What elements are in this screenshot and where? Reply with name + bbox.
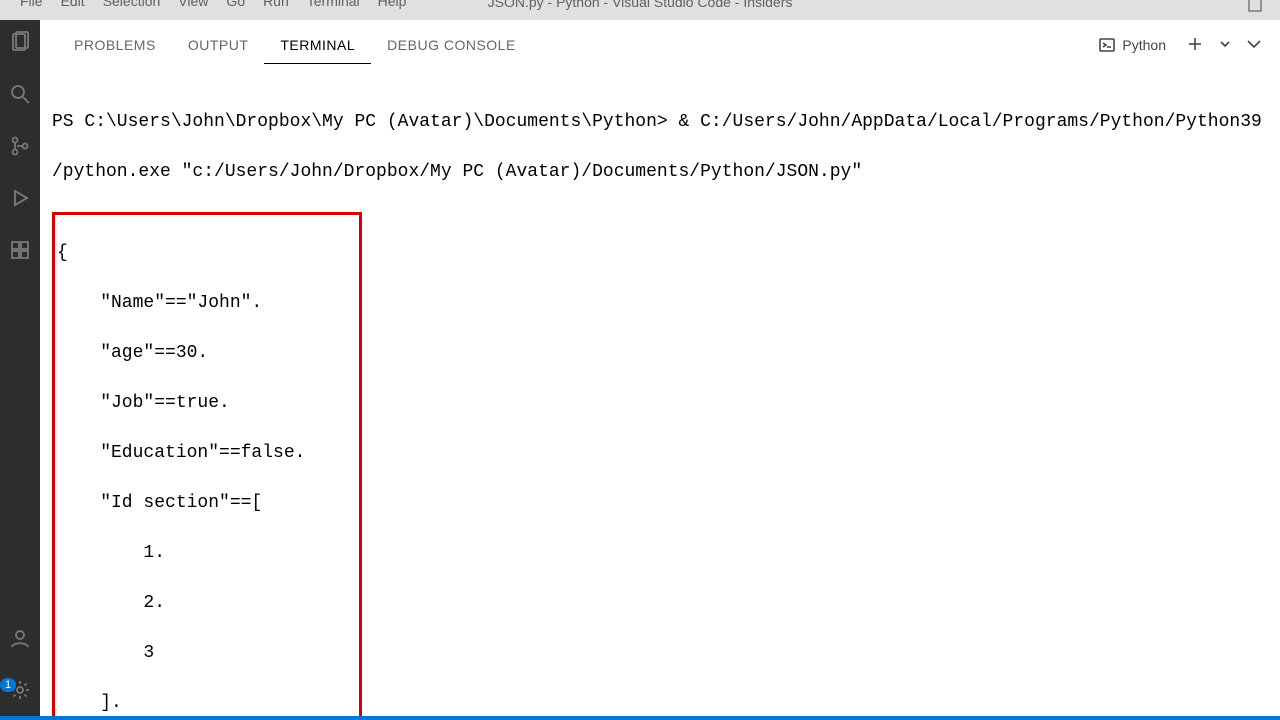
output-line: { — [57, 241, 357, 266]
output-line: ]. — [57, 691, 357, 716]
tab-output[interactable]: OUTPUT — [172, 27, 265, 63]
menu-run[interactable]: Run — [263, 0, 289, 8]
panel-area: PROBLEMS OUTPUT TERMINAL DEBUG CONSOLE P… — [40, 20, 1280, 720]
menu-selection[interactable]: Selection — [103, 0, 161, 8]
status-badge: 1 — [0, 678, 16, 692]
accounts-icon[interactable] — [8, 626, 32, 650]
menu-go[interactable]: Go — [226, 0, 245, 8]
status-bar-accent — [0, 716, 1280, 720]
terminal-shell-select[interactable]: Python — [1092, 35, 1172, 55]
output-line: 1. — [57, 541, 357, 566]
new-terminal-button[interactable] — [1186, 35, 1204, 56]
tab-debug-console[interactable]: DEBUG CONSOLE — [371, 27, 532, 63]
menu-help[interactable]: Help — [378, 0, 407, 8]
menu-file[interactable]: File — [20, 0, 43, 8]
output-line: "age"==30. — [57, 341, 357, 366]
shell-selected-label: Python — [1122, 37, 1166, 53]
menu-terminal[interactable]: Terminal — [307, 0, 360, 8]
search-icon[interactable] — [8, 82, 32, 106]
menu-view[interactable]: View — [178, 0, 208, 8]
run-debug-icon[interactable] — [8, 186, 32, 210]
source-control-icon[interactable] — [8, 134, 32, 158]
extensions-icon[interactable] — [8, 238, 32, 262]
panel-maximize-button[interactable] — [1246, 36, 1262, 55]
output-line: "Name"=="John". — [57, 291, 357, 316]
panel-tabs: PROBLEMS OUTPUT TERMINAL DEBUG CONSOLE P… — [40, 20, 1280, 71]
output-line: 2. — [57, 591, 357, 616]
chevron-down-icon — [1218, 37, 1232, 51]
chevron-down-wide-icon — [1246, 36, 1262, 52]
window-controls[interactable] — [1248, 0, 1262, 15]
tab-problems[interactable]: PROBLEMS — [58, 27, 172, 63]
terminal-icon — [1098, 36, 1116, 54]
main-layout: 1 PROBLEMS OUTPUT TERMINAL DEBUG CONSOLE… — [0, 20, 1280, 720]
output-highlight-box: { "Name"=="John". "age"==30. "Job"==true… — [52, 212, 362, 720]
output-line: "Education"==false. — [57, 441, 357, 466]
menu-edit[interactable]: Edit — [61, 0, 85, 8]
terminal-output[interactable]: PS C:\Users\John\Dropbox\My PC (Avatar)\… — [40, 71, 1280, 720]
output-line: 3 — [57, 641, 357, 666]
split-terminal-dropdown[interactable] — [1218, 37, 1232, 54]
plus-icon — [1186, 35, 1204, 53]
output-line: "Job"==true. — [57, 391, 357, 416]
activity-bar: 1 — [0, 20, 40, 720]
explorer-icon[interactable] — [8, 30, 32, 54]
title-bar: File Edit Selection View Go Run Terminal… — [0, 0, 1280, 20]
menu-bar: File Edit Selection View Go Run Terminal… — [0, 0, 406, 8]
terminal-command-line-2: /python.exe "c:/Users/John/Dropbox/My PC… — [52, 160, 1272, 185]
panel-right-tools: Python — [1092, 35, 1262, 56]
tab-terminal[interactable]: TERMINAL — [264, 27, 371, 64]
terminal-command-line-1: PS C:\Users\John\Dropbox\My PC (Avatar)\… — [52, 110, 1272, 135]
output-line: "Id section"==[ — [57, 491, 357, 516]
window-title: JSON.py - Python - Visual Studio Code - … — [488, 0, 793, 10]
